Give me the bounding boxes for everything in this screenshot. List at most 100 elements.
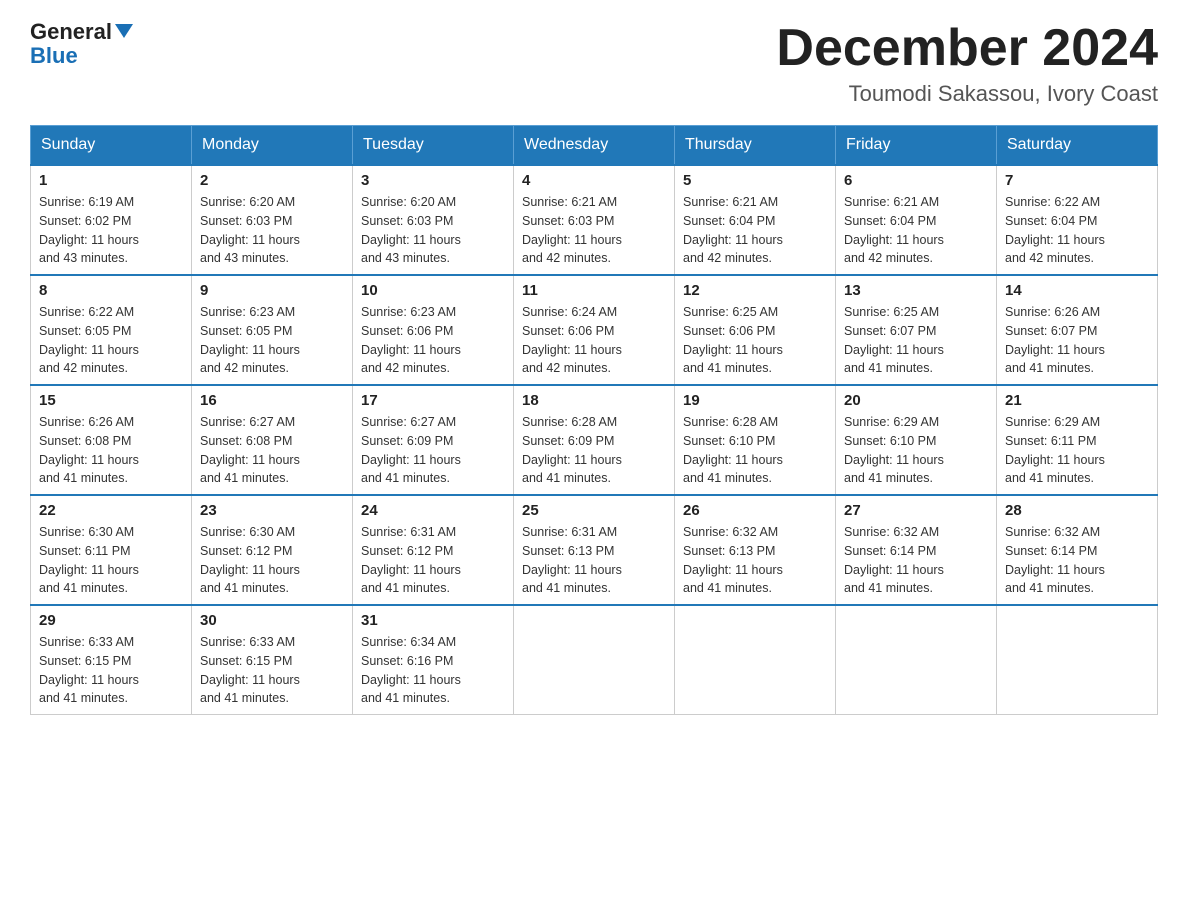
day-number: 18 [522,392,666,409]
day-number: 23 [200,502,344,519]
calendar-cell [836,605,997,715]
day-number: 21 [1005,392,1149,409]
day-number: 13 [844,282,988,299]
day-info: Sunrise: 6:32 AMSunset: 6:14 PMDaylight:… [1005,523,1149,598]
page-header: General Blue December 2024 Toumodi Sakas… [30,20,1158,107]
calendar-cell: 4Sunrise: 6:21 AMSunset: 6:03 PMDaylight… [514,165,675,275]
day-info: Sunrise: 6:24 AMSunset: 6:06 PMDaylight:… [522,303,666,378]
column-header-thursday: Thursday [675,126,836,166]
calendar-cell: 21 Sunrise: 6:29 AMSunset: 6:11 PMDayligh… [997,385,1158,495]
logo-blue-text: Blue [30,43,78,68]
day-number: 14 [1005,282,1149,299]
calendar-week-row: 29 Sunrise: 6:33 AMSunset: 6:15 PMDayligh… [31,605,1158,715]
day-number: 9 [200,282,344,299]
calendar-cell: 26 Sunrise: 6:32 AMSunset: 6:13 PMDayligh… [675,495,836,605]
day-info: Sunrise: 6:19 AMSunset: 6:02 PMDaylight:… [39,193,183,268]
day-number: 7 [1005,172,1149,189]
day-info: Sunrise: 6:29 AMSunset: 6:11 PMDaylight:… [1005,413,1149,488]
column-header-wednesday: Wednesday [514,126,675,166]
calendar-cell: 13 Sunrise: 6:25 AMSunset: 6:07 PMDayligh… [836,275,997,385]
calendar-cell: 29 Sunrise: 6:33 AMSunset: 6:15 PMDayligh… [31,605,192,715]
day-info: Sunrise: 6:22 AMSunset: 6:05 PMDaylight:… [39,303,183,378]
day-info: Sunrise: 6:34 AMSunset: 6:16 PMDaylight:… [361,633,505,708]
day-info: Sunrise: 6:26 AMSunset: 6:07 PMDaylight:… [1005,303,1149,378]
calendar-cell: 5 Sunrise: 6:21 AMSunset: 6:04 PMDaylight… [675,165,836,275]
calendar-week-row: 1Sunrise: 6:19 AMSunset: 6:02 PMDaylight… [31,165,1158,275]
calendar-header-row: SundayMondayTuesdayWednesdayThursdayFrid… [31,126,1158,166]
calendar-cell: 7 Sunrise: 6:22 AMSunset: 6:04 PMDaylight… [997,165,1158,275]
column-header-tuesday: Tuesday [353,126,514,166]
calendar-cell: 6 Sunrise: 6:21 AMSunset: 6:04 PMDaylight… [836,165,997,275]
day-info: Sunrise: 6:23 AMSunset: 6:05 PMDaylight:… [200,303,344,378]
title-area: December 2024 Toumodi Sakassou, Ivory Co… [776,20,1158,107]
calendar-cell: 31 Sunrise: 6:34 AMSunset: 6:16 PMDayligh… [353,605,514,715]
calendar-cell: 11 Sunrise: 6:24 AMSunset: 6:06 PMDayligh… [514,275,675,385]
day-number: 2 [200,172,344,189]
calendar-cell: 1Sunrise: 6:19 AMSunset: 6:02 PMDaylight… [31,165,192,275]
day-info: Sunrise: 6:28 AMSunset: 6:09 PMDaylight:… [522,413,666,488]
day-info: Sunrise: 6:30 AMSunset: 6:12 PMDaylight:… [200,523,344,598]
calendar-cell: 25Sunrise: 6:31 AMSunset: 6:13 PMDayligh… [514,495,675,605]
calendar-cell: 12 Sunrise: 6:25 AMSunset: 6:06 PMDayligh… [675,275,836,385]
main-title: December 2024 [776,20,1158,77]
calendar-cell: 19 Sunrise: 6:28 AMSunset: 6:10 PMDayligh… [675,385,836,495]
calendar-cell: 22Sunrise: 6:30 AMSunset: 6:11 PMDayligh… [31,495,192,605]
day-info: Sunrise: 6:25 AMSunset: 6:07 PMDaylight:… [844,303,988,378]
day-info: Sunrise: 6:20 AMSunset: 6:03 PMDaylight:… [361,193,505,268]
day-number: 24 [361,502,505,519]
calendar-cell: 2 Sunrise: 6:20 AMSunset: 6:03 PMDaylight… [192,165,353,275]
day-info: Sunrise: 6:25 AMSunset: 6:06 PMDaylight:… [683,303,827,378]
day-info: Sunrise: 6:21 AMSunset: 6:04 PMDaylight:… [844,193,988,268]
calendar-cell: 10 Sunrise: 6:23 AMSunset: 6:06 PMDayligh… [353,275,514,385]
day-info: Sunrise: 6:23 AMSunset: 6:06 PMDaylight:… [361,303,505,378]
calendar-cell: 30Sunrise: 6:33 AMSunset: 6:15 PMDayligh… [192,605,353,715]
day-number: 11 [522,282,666,299]
day-info: Sunrise: 6:31 AMSunset: 6:12 PMDaylight:… [361,523,505,598]
column-header-saturday: Saturday [997,126,1158,166]
calendar-cell [675,605,836,715]
day-number: 20 [844,392,988,409]
calendar-cell: 27Sunrise: 6:32 AMSunset: 6:14 PMDayligh… [836,495,997,605]
column-header-sunday: Sunday [31,126,192,166]
day-info: Sunrise: 6:26 AMSunset: 6:08 PMDaylight:… [39,413,183,488]
day-info: Sunrise: 6:27 AMSunset: 6:08 PMDaylight:… [200,413,344,488]
day-info: Sunrise: 6:32 AMSunset: 6:14 PMDaylight:… [844,523,988,598]
day-info: Sunrise: 6:22 AMSunset: 6:04 PMDaylight:… [1005,193,1149,268]
calendar-cell: 28 Sunrise: 6:32 AMSunset: 6:14 PMDayligh… [997,495,1158,605]
logo-area: General Blue [30,20,133,68]
day-number: 10 [361,282,505,299]
calendar-cell: 9 Sunrise: 6:23 AMSunset: 6:05 PMDaylight… [192,275,353,385]
calendar-cell: 20 Sunrise: 6:29 AMSunset: 6:10 PMDayligh… [836,385,997,495]
day-number: 12 [683,282,827,299]
logo: General Blue [30,20,133,68]
calendar-cell: 16 Sunrise: 6:27 AMSunset: 6:08 PMDayligh… [192,385,353,495]
subtitle: Toumodi Sakassou, Ivory Coast [776,81,1158,107]
day-number: 15 [39,392,183,409]
day-info: Sunrise: 6:32 AMSunset: 6:13 PMDaylight:… [683,523,827,598]
calendar-cell: 14 Sunrise: 6:26 AMSunset: 6:07 PMDayligh… [997,275,1158,385]
day-number: 26 [683,502,827,519]
column-header-friday: Friday [836,126,997,166]
day-number: 4 [522,172,666,189]
calendar-cell: 15 Sunrise: 6:26 AMSunset: 6:08 PMDayligh… [31,385,192,495]
day-number: 5 [683,172,827,189]
calendar-cell: 18 Sunrise: 6:28 AMSunset: 6:09 PMDayligh… [514,385,675,495]
day-number: 29 [39,612,183,629]
day-info: Sunrise: 6:29 AMSunset: 6:10 PMDaylight:… [844,413,988,488]
day-number: 6 [844,172,988,189]
day-number: 31 [361,612,505,629]
calendar-week-row: 22Sunrise: 6:30 AMSunset: 6:11 PMDayligh… [31,495,1158,605]
calendar-cell: 23 Sunrise: 6:30 AMSunset: 6:12 PMDayligh… [192,495,353,605]
day-info: Sunrise: 6:20 AMSunset: 6:03 PMDaylight:… [200,193,344,268]
day-number: 16 [200,392,344,409]
day-number: 28 [1005,502,1149,519]
day-info: Sunrise: 6:21 AMSunset: 6:04 PMDaylight:… [683,193,827,268]
day-info: Sunrise: 6:28 AMSunset: 6:10 PMDaylight:… [683,413,827,488]
day-info: Sunrise: 6:33 AMSunset: 6:15 PMDaylight:… [200,633,344,708]
day-info: Sunrise: 6:27 AMSunset: 6:09 PMDaylight:… [361,413,505,488]
calendar-cell [514,605,675,715]
calendar-cell: 17Sunrise: 6:27 AMSunset: 6:09 PMDayligh… [353,385,514,495]
day-number: 19 [683,392,827,409]
day-info: Sunrise: 6:33 AMSunset: 6:15 PMDaylight:… [39,633,183,708]
calendar-week-row: 15 Sunrise: 6:26 AMSunset: 6:08 PMDayligh… [31,385,1158,495]
